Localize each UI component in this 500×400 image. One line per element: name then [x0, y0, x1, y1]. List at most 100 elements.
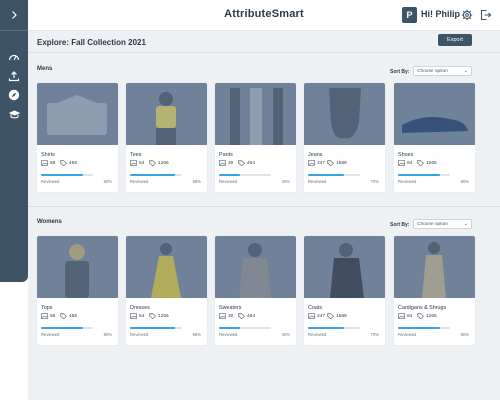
tag-count-value: 1265	[426, 313, 437, 319]
chevron-right-icon	[12, 11, 17, 19]
progress-bar	[308, 174, 360, 176]
sidebar-item-explore[interactable]	[7, 88, 21, 102]
category-image[interactable]	[37, 83, 118, 145]
tag-icon	[238, 160, 245, 166]
progress-bar	[398, 327, 450, 329]
reviewed-label: Reviewed	[398, 179, 417, 184]
category-image[interactable]	[304, 83, 385, 145]
tag-count-value: 1589	[336, 313, 347, 319]
tag-count-value: 1266	[158, 313, 169, 319]
image-count-icon	[130, 313, 137, 319]
progress-bar	[398, 174, 450, 176]
progress-percent: 86%	[192, 179, 201, 184]
tag-count: 1265	[417, 313, 437, 319]
category-name: Pants	[219, 152, 233, 158]
category-card-pants[interactable]: Pants 30 464 Reviewed 40%	[215, 83, 296, 192]
image-count-value: 56	[50, 313, 56, 319]
image-count: 56	[41, 313, 55, 319]
tag-count-value: 464	[247, 160, 256, 166]
tag-icon	[327, 313, 334, 319]
image-count: 30	[219, 160, 233, 166]
product-photo	[156, 92, 176, 145]
user-greeting[interactable]: Hi! Philip	[421, 9, 460, 19]
category-image[interactable]	[126, 236, 207, 298]
tag-count: 464	[238, 160, 255, 166]
sidebar-item-dashboard[interactable]	[7, 50, 21, 64]
reviewed-label: Reviewed	[398, 332, 417, 337]
upload-icon	[8, 71, 20, 82]
progress-fill	[41, 327, 83, 329]
progress-fill	[398, 174, 440, 176]
sidebar-item-upload[interactable]	[7, 69, 21, 83]
graduation-cap-icon	[8, 110, 20, 118]
progress-bar	[130, 327, 182, 329]
category-card-dresses[interactable]: Dresses 54 1266 Reviewed 86%	[126, 236, 207, 345]
progress-fill	[219, 327, 240, 329]
image-count-icon	[398, 313, 405, 319]
category-card-shoes[interactable]: Shoes 84 1265 Reviewed 80%	[394, 83, 475, 192]
category-name: Jeans	[308, 152, 323, 158]
image-count: 56	[41, 160, 55, 166]
main-content: Explore: Fall Collection 2021 Export Men…	[28, 31, 500, 400]
category-card-shirts[interactable]: Shirts 56 456 Reviewed 80%	[37, 83, 118, 192]
category-card-sweaters[interactable]: Sweaters 30 464 Reviewed 40%	[215, 236, 296, 345]
category-name: Tops	[41, 305, 53, 311]
category-image[interactable]	[394, 236, 475, 298]
tag-count: 1265	[417, 160, 437, 166]
category-card-tops[interactable]: Tops 56 456 Reviewed 80%	[37, 236, 118, 345]
category-image[interactable]	[37, 236, 118, 298]
progress-bar	[308, 327, 360, 329]
section-title-womens: Womens	[37, 219, 62, 225]
logout-button[interactable]	[479, 8, 493, 22]
image-count-icon	[308, 313, 315, 319]
category-name: Shoes	[398, 152, 414, 158]
export-button[interactable]: Export	[438, 34, 472, 46]
progress-bar	[219, 327, 271, 329]
category-card-cardigans-shrugs[interactable]: Cardigans & Shrugs 84 1265 Reviewed 80%	[394, 236, 475, 345]
category-card-tees[interactable]: Tees 54 1266 Reviewed 86%	[126, 83, 207, 192]
sort-select-womens[interactable]: Choose option ⌄	[413, 219, 472, 229]
reviewed-label: Reviewed	[130, 179, 149, 184]
sidebar-toggle-button[interactable]	[0, 0, 28, 31]
tag-count-value: 456	[69, 313, 78, 319]
category-image[interactable]	[394, 83, 475, 145]
category-image[interactable]	[304, 236, 385, 298]
logout-icon	[480, 9, 492, 21]
progress-fill	[308, 174, 345, 176]
category-card-jeans[interactable]: Jeans 247 1589 Reviewed 70%	[304, 83, 385, 192]
progress-percent: 70%	[370, 179, 379, 184]
product-photo	[330, 243, 364, 298]
category-image[interactable]	[215, 236, 296, 298]
tag-count: 1266	[149, 313, 169, 319]
dashboard-gauge-icon	[8, 54, 20, 61]
progress-percent: 40%	[281, 179, 290, 184]
image-count: 247	[308, 313, 325, 319]
progress-fill	[41, 174, 83, 176]
image-count-icon	[308, 160, 315, 166]
image-count-icon	[130, 160, 137, 166]
image-count-value: 54	[139, 160, 145, 166]
category-image[interactable]	[126, 83, 207, 145]
progress-fill	[308, 327, 345, 329]
category-card-coats[interactable]: Coats 247 1589 Reviewed 70%	[304, 236, 385, 345]
category-name: Dresses	[130, 305, 150, 311]
tag-icon	[149, 160, 156, 166]
category-image[interactable]	[215, 83, 296, 145]
image-count: 54	[130, 313, 144, 319]
category-name: Shirts	[41, 152, 55, 158]
settings-button[interactable]	[460, 8, 474, 22]
tag-icon	[417, 313, 424, 319]
image-count: 84	[398, 313, 412, 319]
tag-count: 456	[60, 313, 77, 319]
tag-count-value: 464	[247, 313, 256, 319]
reviewed-label: Reviewed	[41, 179, 60, 184]
progress-percent: 80%	[103, 179, 112, 184]
tag-icon	[60, 160, 67, 166]
chevron-down-icon: ⌄	[463, 68, 468, 74]
avatar[interactable]: P	[402, 7, 417, 23]
sidebar-item-training[interactable]	[7, 107, 21, 121]
image-count: 247	[308, 160, 325, 166]
progress-fill	[398, 327, 440, 329]
tag-icon	[417, 160, 424, 166]
sort-select-mens[interactable]: Choose option ⌄	[413, 66, 472, 76]
